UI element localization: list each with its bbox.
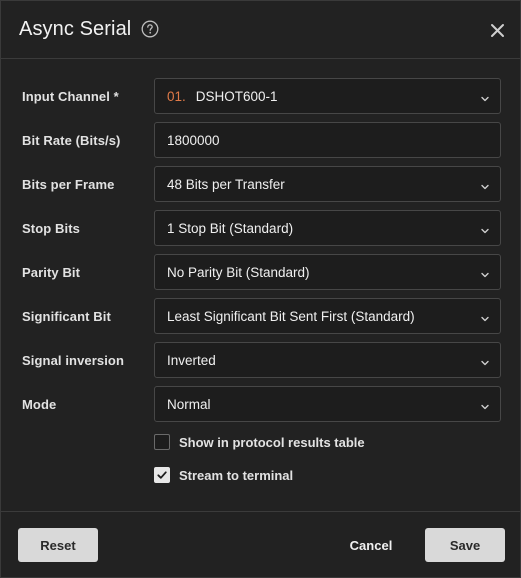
- show-in-table-option[interactable]: Show in protocol results table: [154, 434, 374, 452]
- significant-bit-value: Least Significant Bit Sent First (Standa…: [167, 309, 415, 324]
- parity-bit-select[interactable]: No Parity Bit (Standard): [154, 254, 501, 290]
- signal-inversion-select[interactable]: Inverted: [154, 342, 501, 378]
- bit-rate-input[interactable]: [154, 122, 501, 158]
- significant-bit-select[interactable]: Least Significant Bit Sent First (Standa…: [154, 298, 501, 334]
- input-channel-value: DSHOT600-1: [195, 89, 278, 104]
- chevron-down-icon: [480, 92, 490, 102]
- cancel-button[interactable]: Cancel: [331, 528, 411, 562]
- mode-select[interactable]: Normal: [154, 386, 501, 422]
- stop-bits-select[interactable]: 1 Stop Bit (Standard): [154, 210, 501, 246]
- reset-button[interactable]: Reset: [18, 528, 98, 562]
- mode-value: Normal: [167, 397, 211, 412]
- chevron-down-icon: [480, 400, 490, 410]
- checkmark-icon: [157, 471, 167, 479]
- async-serial-dialog: Async Serial Input Channel * 01. DSHOT600…: [0, 0, 521, 578]
- save-button[interactable]: Save: [425, 528, 505, 562]
- input-channel-label: Input Channel *: [22, 89, 119, 104]
- parity-bit-value: No Parity Bit (Standard): [167, 265, 310, 280]
- bit-rate-label: Bit Rate (Bits/s): [22, 133, 121, 148]
- stream-to-terminal-option[interactable]: Stream to terminal: [154, 467, 314, 485]
- dialog-title: Async Serial: [19, 18, 132, 40]
- chevron-down-icon: [480, 180, 490, 190]
- dialog-footer: Reset Cancel Save: [1, 511, 520, 577]
- dialog-header: Async Serial: [1, 1, 520, 59]
- chevron-down-icon: [480, 224, 490, 234]
- chevron-down-icon: [480, 268, 490, 278]
- stream-to-terminal-checkbox[interactable]: [154, 467, 170, 483]
- stop-bits-label: Stop Bits: [22, 221, 80, 236]
- bits-per-frame-label: Bits per Frame: [22, 177, 115, 192]
- show-in-table-checkbox[interactable]: [154, 434, 170, 450]
- bits-per-frame-select[interactable]: 48 Bits per Transfer: [154, 166, 501, 202]
- close-icon[interactable]: [489, 22, 506, 39]
- channel-number: 01.: [167, 89, 186, 104]
- input-channel-select[interactable]: 01. DSHOT600-1: [154, 78, 501, 114]
- show-in-table-label: Show in protocol results table: [179, 435, 365, 450]
- signal-inversion-label: Signal inversion: [22, 353, 125, 368]
- signal-inversion-value: Inverted: [167, 353, 216, 368]
- parity-bit-label: Parity Bit: [22, 265, 81, 280]
- help-circle-icon[interactable]: [141, 20, 159, 38]
- stream-to-terminal-label: Stream to terminal: [179, 468, 294, 483]
- stop-bits-value: 1 Stop Bit (Standard): [167, 221, 294, 236]
- significant-bit-label: Significant Bit: [22, 309, 111, 324]
- chevron-down-icon: [480, 356, 490, 366]
- chevron-down-icon: [480, 312, 490, 322]
- bits-per-frame-value: 48 Bits per Transfer: [167, 177, 285, 192]
- mode-label: Mode: [22, 397, 57, 412]
